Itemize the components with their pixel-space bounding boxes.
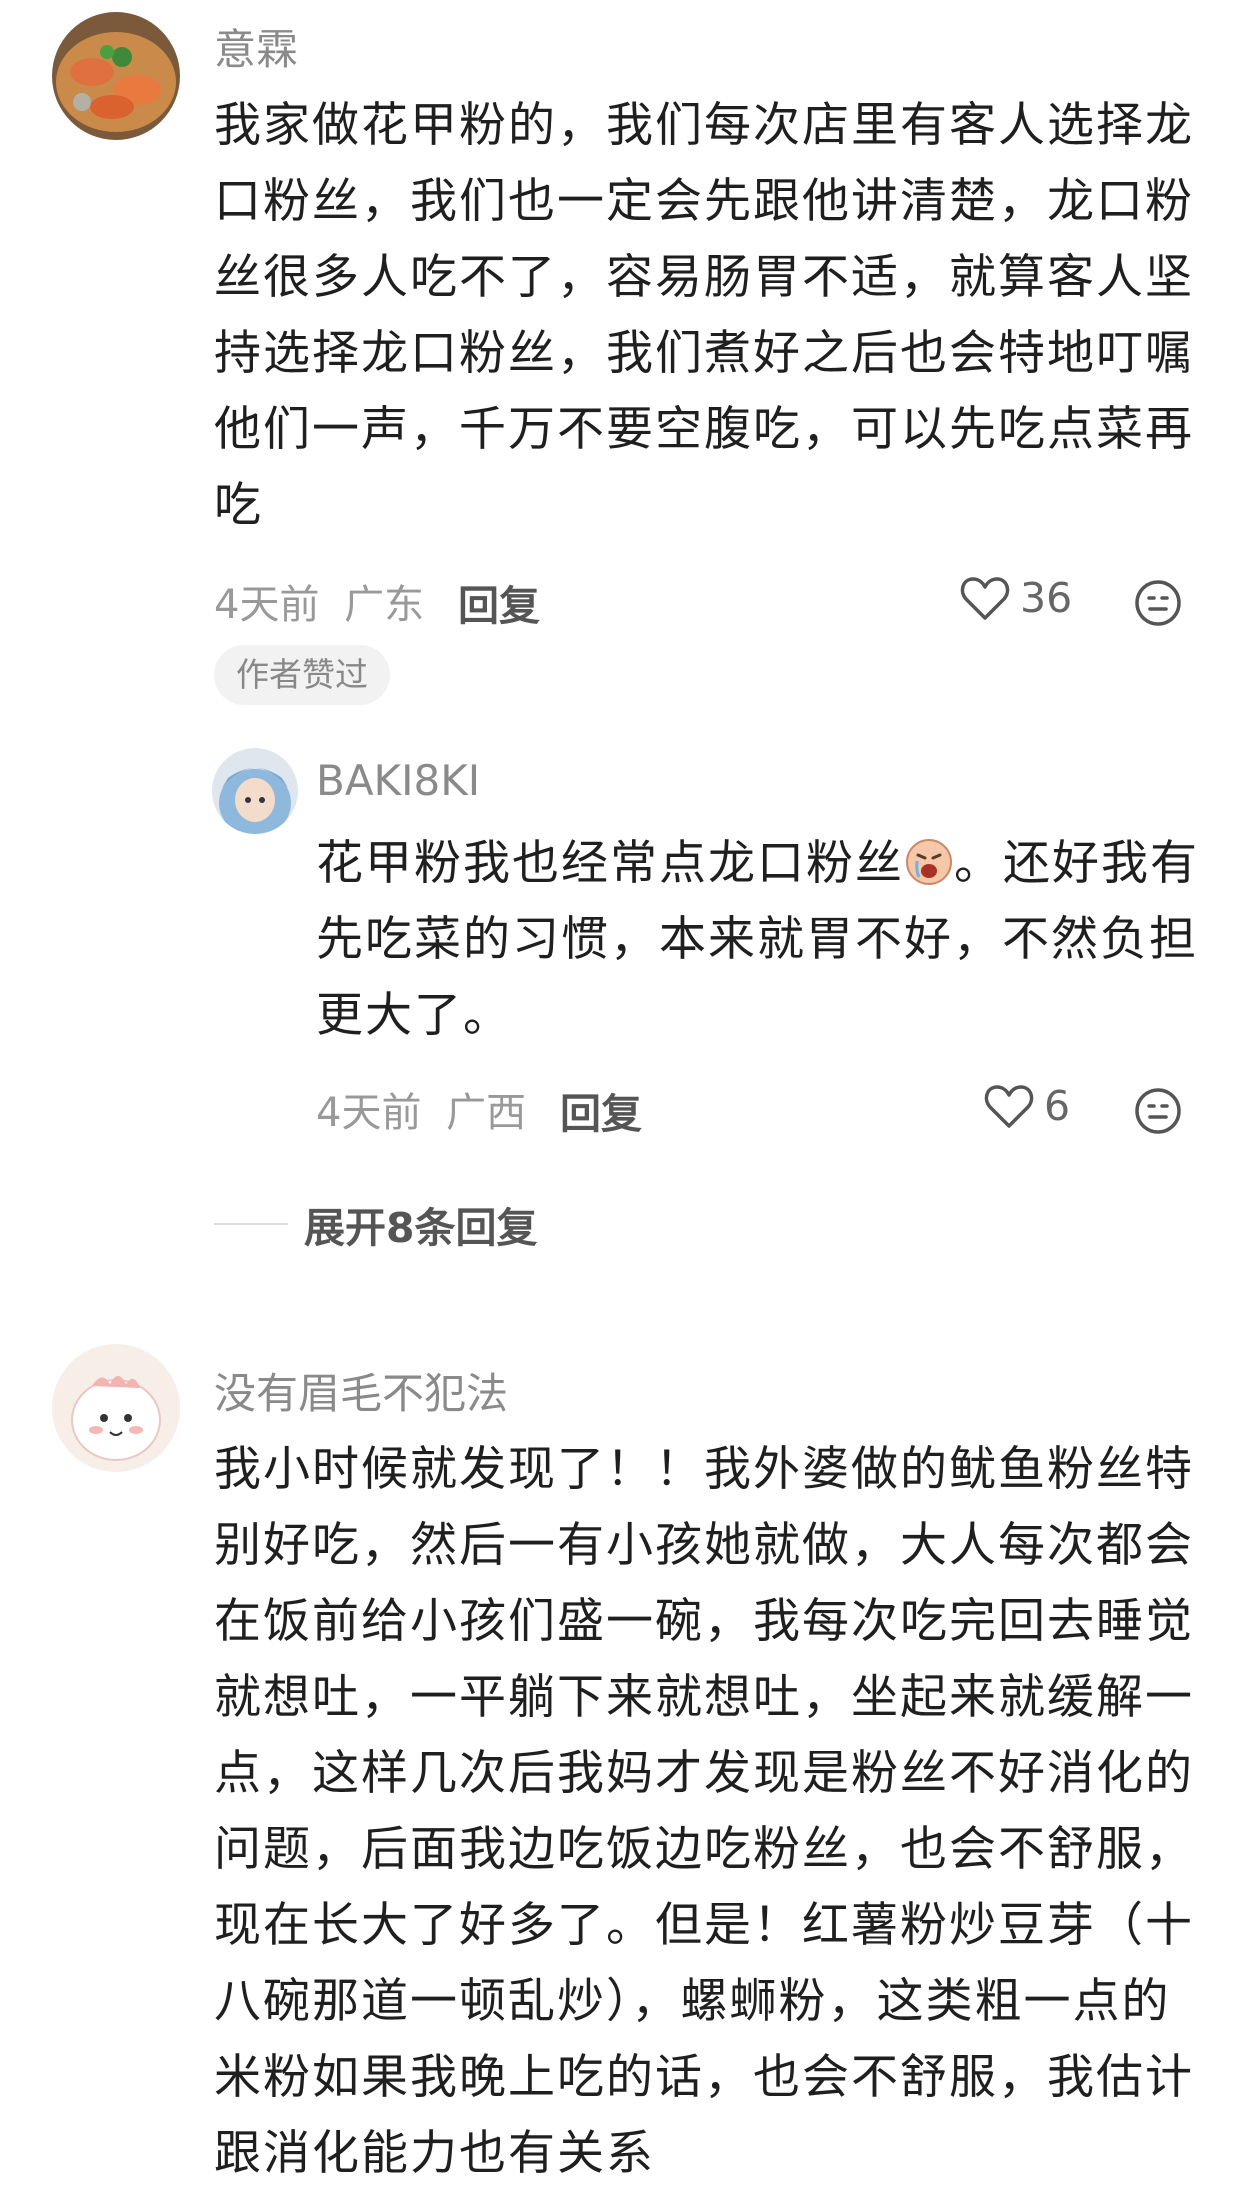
crying-face-emoji (904, 834, 954, 885)
like-button[interactable]: 6 (984, 1082, 1070, 1130)
comment-time: 4天前 (214, 582, 320, 628)
comment-username[interactable]: 没有眉毛不犯法 (214, 1360, 508, 1421)
like-count: 6 (1044, 1082, 1071, 1130)
comment-meta: 4天前 广东 (214, 572, 424, 630)
reply-username[interactable]: BAKI8KI (316, 756, 480, 805)
avatar[interactable] (52, 12, 180, 140)
comment-location: 广东 (344, 582, 425, 628)
divider (214, 1223, 288, 1225)
avatar[interactable] (52, 1344, 180, 1472)
reply-time: 4天前 (316, 1090, 422, 1136)
emoji-face-icon[interactable] (1133, 578, 1183, 632)
heart-outline-icon (960, 577, 1010, 620)
author-liked-badge: 作者赞过 (214, 645, 390, 705)
reply-text: 花甲粉我也经常点龙口粉丝 。还好我有先吃菜的习惯，本来就胃不好，不然负担更大了。 (316, 826, 1206, 1054)
like-button[interactable]: 36 (960, 574, 1072, 622)
comment-username[interactable]: 意霖 (214, 16, 298, 77)
reply-location: 广西 (446, 1090, 527, 1136)
comment-text: 我家做花甲粉的，我们每次店里有客人选择龙口粉丝，我们也一定会先跟他讲清楚，龙口粉… (214, 98, 1194, 533)
reply-text-part1: 花甲粉我也经常点龙口粉丝 (316, 836, 904, 891)
like-count: 36 (1020, 574, 1073, 622)
heart-outline-icon (984, 1085, 1034, 1128)
reply-meta: 4天前 广西 (316, 1080, 526, 1138)
reply-button[interactable]: 回复 (458, 572, 540, 632)
comment-text: 我小时候就发现了！！我外婆做的鱿鱼粉丝特别好吃，然后一有小孩她就做，大人每次都会… (214, 1442, 1194, 2181)
expand-replies-label: 展开8条回复 (304, 1204, 538, 1252)
reply-button[interactable]: 回复 (560, 1080, 642, 1140)
emoji-face-icon[interactable] (1133, 1086, 1183, 1140)
expand-replies-button[interactable]: 展开8条回复 (214, 1194, 538, 1254)
avatar[interactable] (212, 748, 298, 834)
